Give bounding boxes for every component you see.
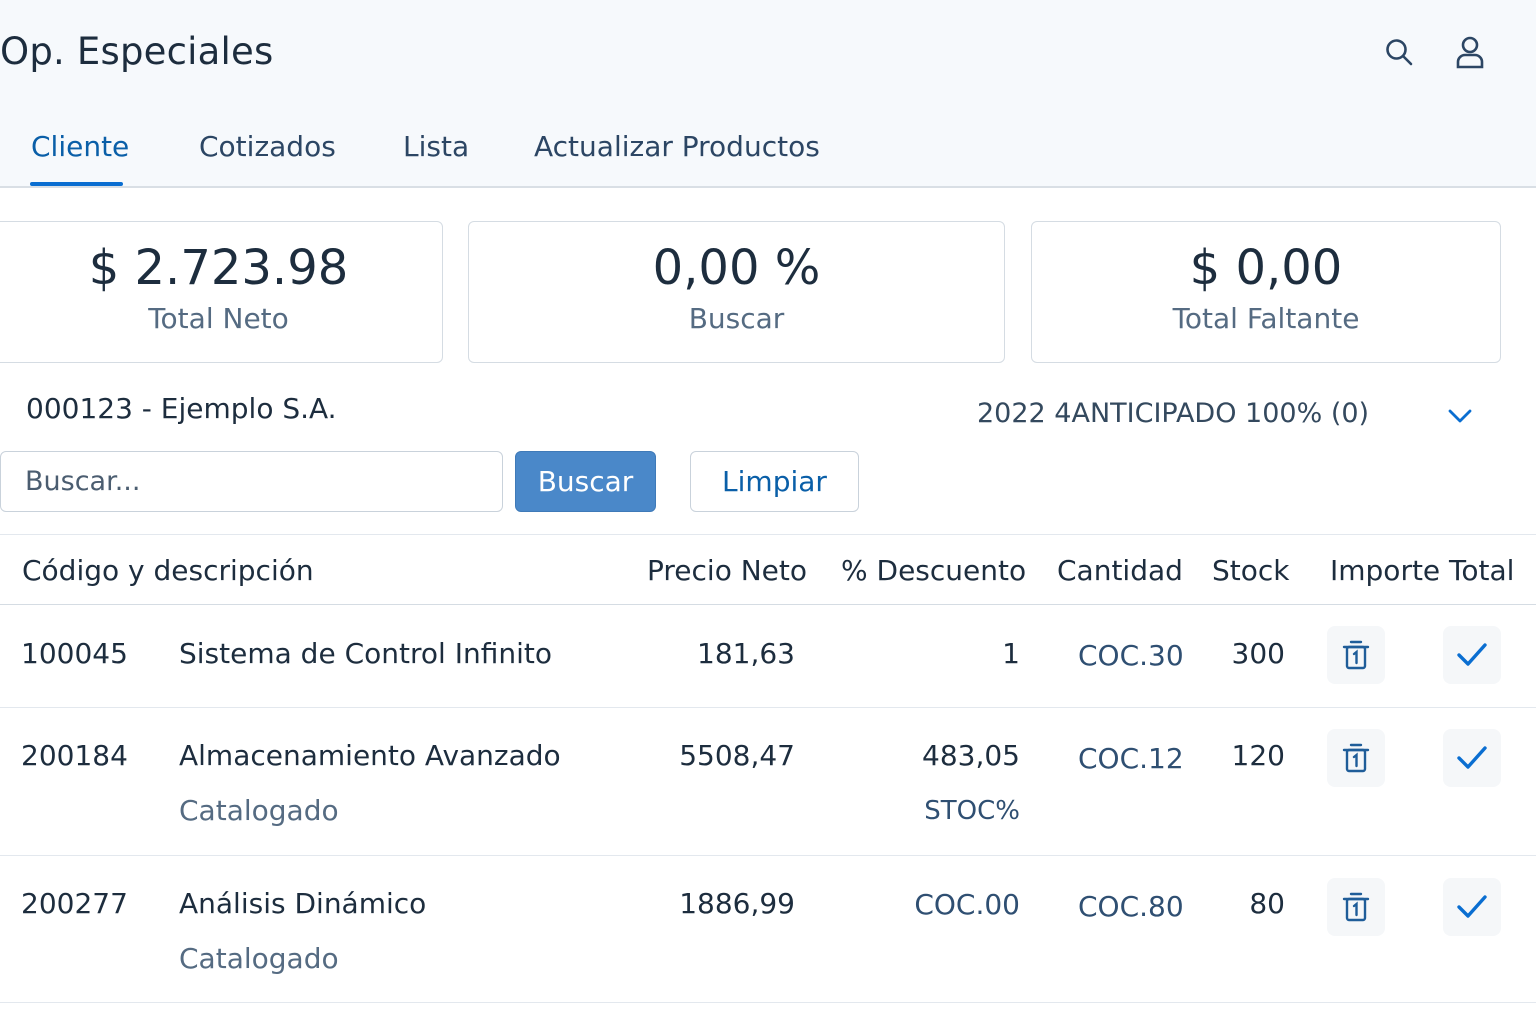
- delete-icon[interactable]: [1327, 878, 1385, 936]
- product-description: Almacenamiento Avanzado: [179, 739, 561, 772]
- chevron-down-icon[interactable]: [1444, 400, 1476, 432]
- confirm-check-icon[interactable]: [1443, 626, 1501, 684]
- net-price: 1886,99: [679, 887, 795, 920]
- product-code: 200184: [21, 739, 128, 772]
- tab-cotizados[interactable]: Cotizados: [199, 130, 336, 185]
- column-header-cantidad: Cantidad: [1057, 554, 1183, 587]
- customer-name: 000123 - Ejemplo S.A.: [26, 392, 337, 425]
- tab-lista[interactable]: Lista: [403, 130, 469, 185]
- user-icon[interactable]: [1452, 34, 1488, 70]
- search-button[interactable]: Buscar: [515, 451, 656, 512]
- product-description: Sistema de Control Infinito: [179, 637, 552, 670]
- discount: 1: [1002, 637, 1020, 670]
- column-header-precio: Precio Neto: [647, 554, 808, 587]
- table-row[interactable]: 100045 Sistema de Control Infinito 181,6…: [0, 605, 1536, 708]
- discount: 483,05: [922, 739, 1020, 772]
- product-description: Análisis Dinámico: [179, 887, 427, 920]
- shell-header: Op. Especiales Cliente Cotizados Lista A…: [0, 0, 1536, 188]
- active-tab-indicator: [30, 182, 123, 186]
- kpi-value: $ 0,00: [1189, 240, 1343, 296]
- kpi-value: $ 2.723.98: [88, 240, 349, 296]
- table-divider: [0, 534, 1536, 535]
- kpi-total-neto: $ 2.723.98 Total Neto: [0, 221, 443, 363]
- kpi-total-faltante: $ 0,00 Total Faltante: [1031, 221, 1501, 363]
- tab-bar: Cliente Cotizados Lista Actualizar Produ…: [0, 124, 1536, 188]
- tab-actualizar-productos[interactable]: Actualizar Productos: [534, 130, 820, 185]
- column-header-descuento: % Descuento: [841, 554, 1027, 587]
- confirm-check-icon[interactable]: [1443, 729, 1501, 787]
- stock: 300: [1231, 637, 1285, 670]
- column-header-importe: Importe Total: [1330, 554, 1515, 587]
- table-row[interactable]: 200184 Almacenamiento Avanzado Catalogad…: [0, 708, 1536, 856]
- product-code: 200277: [21, 887, 128, 920]
- delete-icon[interactable]: [1327, 626, 1385, 684]
- discount-sub: STOC%: [924, 796, 1020, 826]
- kpi-label: Total Faltante: [1172, 302, 1360, 335]
- product-status: Catalogado: [179, 942, 339, 975]
- product-code: 100045: [21, 637, 128, 670]
- stock: 120: [1231, 739, 1285, 772]
- stock: 80: [1249, 887, 1285, 920]
- kpi-descuento: 0,00 % Buscar: [468, 221, 1005, 363]
- column-header-stock: Stock: [1212, 554, 1290, 587]
- quantity: COC.12: [1078, 742, 1184, 775]
- product-status: Catalogado: [179, 794, 339, 827]
- column-header-codigo: Código y descripción: [22, 554, 314, 587]
- confirm-check-icon[interactable]: [1443, 878, 1501, 936]
- app-title: Op. Especiales: [0, 30, 274, 73]
- quantity: COC.30: [1078, 639, 1184, 672]
- kpi-value: 0,00 %: [652, 240, 821, 296]
- kpi-label: Buscar: [688, 302, 785, 335]
- search-input[interactable]: [0, 451, 503, 512]
- search-icon[interactable]: [1381, 34, 1417, 70]
- clear-button[interactable]: Limpiar: [690, 451, 859, 512]
- delete-icon[interactable]: [1327, 729, 1385, 787]
- net-price: 181,63: [697, 637, 795, 670]
- net-price: 5508,47: [679, 739, 795, 772]
- kpi-label: Total Neto: [148, 302, 289, 335]
- payment-terms-select[interactable]: 2022 4ANTICIPADO 100% (0): [977, 398, 1369, 429]
- tab-cliente[interactable]: Cliente: [31, 130, 129, 185]
- discount: COC.00: [914, 888, 1020, 921]
- table-row[interactable]: 200277 Análisis Dinámico Catalogado 1886…: [0, 856, 1536, 1003]
- quantity: COC.80: [1078, 890, 1184, 923]
